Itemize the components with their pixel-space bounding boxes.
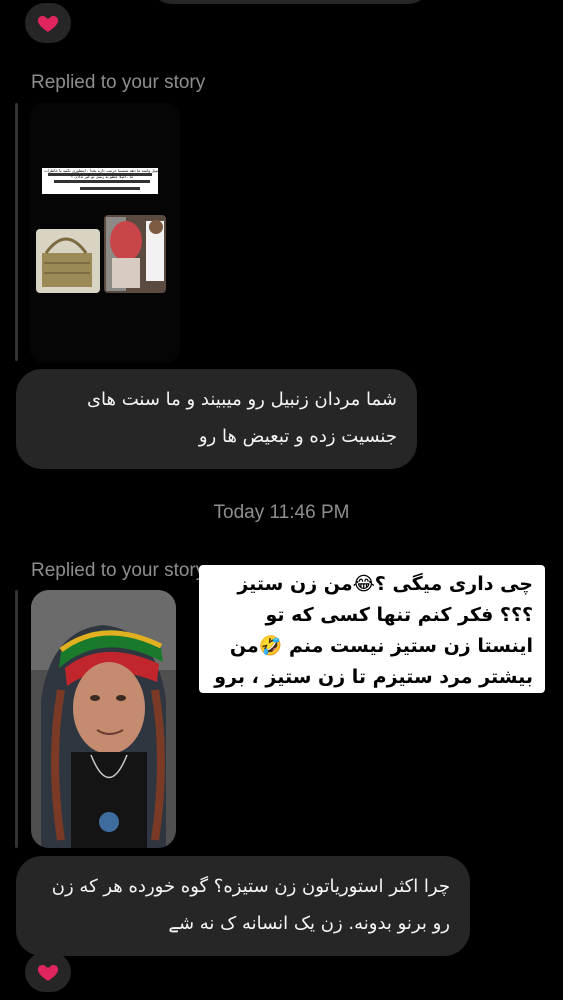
- message-bubble[interactable]: چرا اکثر استوریاتون زن ستیزه؟ گوه خورده …: [16, 856, 470, 956]
- red-heart-icon: [37, 16, 59, 32]
- previous-message-bubble[interactable]: [150, 0, 430, 4]
- story-thumbnail[interactable]: [30, 103, 180, 363]
- reaction-badge[interactable]: [25, 952, 71, 992]
- red-heart-icon: [37, 965, 59, 981]
- reply-indicator-bar: [15, 590, 18, 848]
- replied-to-story-label: Replied to your story: [31, 72, 206, 93]
- story-text-overlay: چی داری میگی ؟😂من زن ستیز ؟؟؟ فکر کنم تن…: [199, 565, 545, 719]
- reply-indicator-bar: [15, 103, 18, 361]
- replied-to-story-label: Replied to your story: [31, 560, 206, 581]
- story-preview-image: [31, 590, 176, 848]
- message-bubble[interactable]: شما مردان زنبیل رو میبیند و ما سنت های ج…: [16, 369, 417, 469]
- reaction-badge[interactable]: [25, 3, 71, 43]
- story-thumbnail[interactable]: [31, 590, 176, 848]
- timestamp: Today 11:46 PM: [213, 502, 350, 523]
- story-caption-text: زنبیل واسه ما دهه شصتیا حرمت داره بخدا ،…: [44, 168, 160, 179]
- story-preview-image: [30, 103, 180, 363]
